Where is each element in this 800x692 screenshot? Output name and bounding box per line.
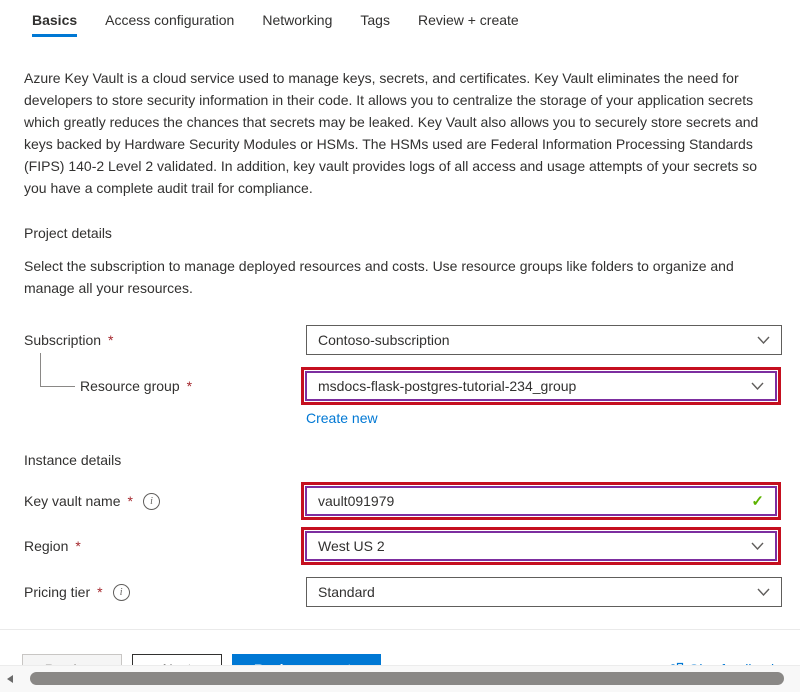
- tab-access-configuration[interactable]: Access configuration: [105, 12, 234, 37]
- create-new-container: Create new: [306, 410, 800, 426]
- project-details-heading: Project details: [24, 225, 800, 241]
- resource-group-highlight-box: msdocs-flask-postgres-tutorial-234_group: [301, 367, 781, 405]
- tab-tags[interactable]: Tags: [360, 12, 390, 37]
- tab-review-create[interactable]: Review + create: [418, 12, 519, 37]
- info-icon[interactable]: i: [113, 584, 130, 601]
- region-dropdown[interactable]: West US 2: [305, 531, 777, 561]
- subscription-dropdown[interactable]: Contoso-subscription: [306, 325, 782, 355]
- tab-bar: Basics Access configuration Networking T…: [0, 0, 800, 37]
- required-asterisk: *: [97, 584, 102, 600]
- required-asterisk: *: [75, 538, 80, 554]
- tab-basics[interactable]: Basics: [32, 12, 77, 37]
- key-vault-name-label-text: Key vault name: [24, 493, 121, 509]
- chevron-down-icon: [757, 336, 770, 344]
- subscription-row: Subscription * Contoso-subscription: [0, 325, 800, 355]
- region-row: Region * West US 2: [0, 527, 800, 565]
- keyvault-description: Azure Key Vault is a cloud service used …: [24, 67, 778, 199]
- region-label: Region *: [24, 538, 306, 554]
- key-vault-name-row: Key vault name * i ✓: [0, 482, 800, 520]
- region-highlight-box: West US 2: [301, 527, 781, 565]
- pricing-tier-row: Pricing tier * i Standard: [0, 577, 800, 607]
- chevron-down-icon: [757, 588, 770, 596]
- subscription-value: Contoso-subscription: [318, 332, 450, 348]
- pricing-tier-value: Standard: [318, 584, 375, 600]
- scrollbar-thumb[interactable]: [30, 672, 784, 685]
- info-icon[interactable]: i: [143, 493, 160, 510]
- resource-group-dropdown[interactable]: msdocs-flask-postgres-tutorial-234_group: [305, 371, 777, 401]
- required-asterisk: *: [128, 493, 133, 509]
- key-vault-name-input[interactable]: [318, 493, 751, 509]
- footer-divider: [0, 629, 800, 630]
- resource-group-row: Resource group * msdocs-flask-postgres-tu…: [0, 367, 800, 405]
- key-vault-name-highlight-box: ✓: [301, 482, 781, 520]
- key-vault-name-label: Key vault name * i: [24, 493, 306, 510]
- tab-networking[interactable]: Networking: [262, 12, 332, 37]
- scrollbar-left-arrow[interactable]: [7, 675, 13, 683]
- instance-details-heading: Instance details: [24, 452, 800, 468]
- pricing-tier-dropdown[interactable]: Standard: [306, 577, 782, 607]
- subscription-label-text: Subscription: [24, 332, 101, 348]
- resource-group-value: msdocs-flask-postgres-tutorial-234_group: [318, 378, 576, 394]
- project-details-description: Select the subscription to manage deploy…: [24, 255, 778, 299]
- chevron-down-icon: [751, 382, 764, 390]
- valid-check-icon: ✓: [751, 492, 764, 510]
- region-label-text: Region: [24, 538, 68, 554]
- key-vault-name-field: ✓: [305, 486, 777, 516]
- region-value: West US 2: [318, 538, 385, 554]
- subscription-label: Subscription *: [24, 332, 306, 348]
- pricing-tier-label: Pricing tier * i: [24, 584, 306, 601]
- required-asterisk: *: [187, 378, 192, 394]
- required-asterisk: *: [108, 332, 113, 348]
- pricing-tier-label-text: Pricing tier: [24, 584, 90, 600]
- create-new-link[interactable]: Create new: [306, 410, 378, 426]
- indent-connector-line: [40, 353, 75, 387]
- resource-group-label-text: Resource group: [80, 378, 180, 394]
- horizontal-scrollbar: [0, 665, 800, 692]
- chevron-down-icon: [751, 542, 764, 550]
